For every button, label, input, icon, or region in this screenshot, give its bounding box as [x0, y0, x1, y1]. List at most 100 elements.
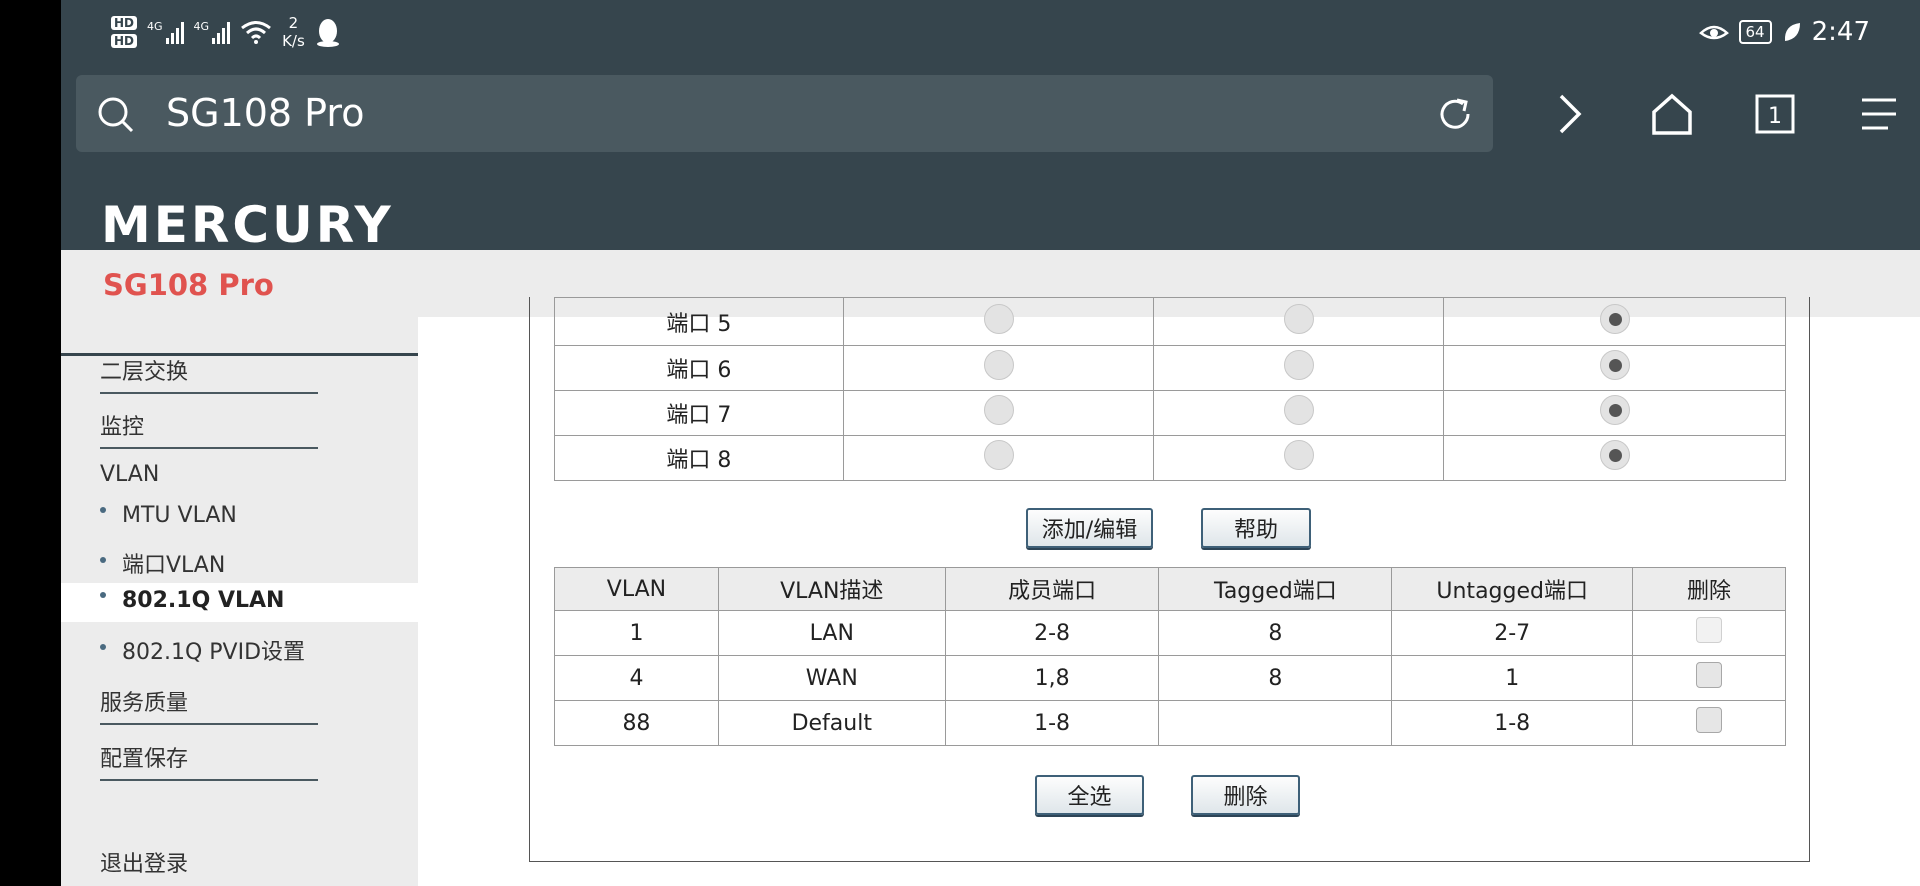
radio-button[interactable]: [1599, 440, 1630, 470]
vlan-description: LAN: [717, 610, 946, 656]
untagged-ports: 1-8: [1391, 700, 1634, 746]
column-header: 成员端口: [944, 567, 1160, 611]
search-icon: [98, 97, 134, 133]
sidebar-item-monitor[interactable]: 监控: [100, 409, 144, 441]
forward-icon: [1559, 94, 1582, 134]
network-speed: 2 K/s: [282, 14, 305, 50]
clock: 2:47: [1811, 17, 1870, 47]
browser-chrome: HD HD 4G 4G 2 K/s 64 2:47 SG108 Pro 1 ME…: [61, 0, 1920, 254]
bullet-icon: [100, 644, 106, 650]
sidebar-item-label: 端口VLAN: [122, 553, 226, 578]
sidebar-item-vlan[interactable]: VLAN: [100, 462, 159, 487]
sidebar-item-logout[interactable]: 退出登录: [100, 846, 188, 878]
reload-icon[interactable]: [1435, 94, 1475, 134]
select-all-button[interactable]: 全选: [1035, 775, 1144, 815]
radio-button[interactable]: [1283, 303, 1314, 334]
port-membership-table: 端口 5 端口 6 端口 7 端口 8: [554, 297, 1786, 481]
leaf-icon: [1784, 23, 1800, 41]
tagged-ports: 8: [1158, 610, 1393, 656]
sidebar-item-port-vlan[interactable]: 端口VLAN: [100, 547, 225, 579]
delete-checkbox[interactable]: [1696, 707, 1723, 733]
add-edit-button[interactable]: 添加/编辑: [1026, 508, 1153, 548]
menu-button[interactable]: [1853, 88, 1905, 140]
table-row: 4 WAN 1,8 8 1: [554, 655, 1786, 701]
radio-button[interactable]: [983, 440, 1014, 470]
bullet-icon: [100, 507, 106, 513]
address-bar[interactable]: SG108 Pro: [76, 75, 1493, 152]
column-header: 删除: [1632, 567, 1786, 611]
radio-button[interactable]: [983, 350, 1014, 380]
table-row: 88 Default 1-8 1-8: [554, 700, 1786, 746]
sidebar-divider: [100, 779, 318, 781]
battery-level: 64: [1738, 20, 1772, 44]
vlan-table: VLAN VLAN描述 成员端口 Tagged端口 Untagged端口 删除 …: [554, 567, 1786, 746]
sidebar-item-save-config[interactable]: 配置保存: [100, 741, 188, 773]
content-frame: 端口 5 端口 6 端口 7 端口 8 添加/编辑 帮助 VLAN VLAN描述…: [529, 297, 1810, 862]
delete-checkbox[interactable]: [1696, 662, 1723, 688]
radio-button[interactable]: [1599, 303, 1630, 334]
signal-icon-2: 4G: [194, 20, 231, 44]
vlan-description: Default: [717, 700, 946, 746]
main-content: 端口 5 端口 6 端口 7 端口 8 添加/编辑 帮助 VLAN VLAN描述…: [418, 297, 1920, 886]
radio-button[interactable]: [983, 395, 1014, 425]
sidebar-divider: [100, 392, 318, 394]
signal-1-label: 4G: [147, 20, 163, 33]
radio-button[interactable]: [1283, 440, 1314, 470]
sidebar-item-label: 802.1Q VLAN: [122, 588, 285, 613]
bullet-icon: [100, 592, 106, 598]
port-name: 端口 7: [554, 390, 844, 436]
member-ports: 1-8: [944, 700, 1160, 746]
column-header: VLAN描述: [717, 567, 946, 611]
sidebar-item-qos[interactable]: 服务质量: [100, 685, 188, 717]
member-ports: 2-8: [944, 610, 1160, 656]
device-title: SG108 Pro: [103, 268, 274, 302]
address-text[interactable]: SG108 Pro: [166, 75, 364, 152]
tab-count-icon: 1: [1755, 94, 1795, 134]
home-button[interactable]: [1646, 88, 1698, 140]
tabs-button[interactable]: 1: [1749, 88, 1801, 140]
help-button[interactable]: 帮助: [1201, 508, 1311, 548]
sidebar-item-8021q-pvid[interactable]: 802.1Q PVID设置: [100, 634, 305, 666]
table-row: 端口 5: [554, 297, 1786, 346]
qq-penguin-icon: [316, 19, 339, 47]
signal-icon-1: 4G: [147, 20, 184, 44]
wifi-icon: [241, 21, 272, 44]
table-row: 1 LAN 2-8 8 2-7: [554, 610, 1786, 656]
table-row: 端口 6: [554, 345, 1786, 391]
tagged-ports: [1158, 700, 1393, 746]
screen: HD HD 4G 4G 2 K/s 64 2:47 SG108 Pro 1 ME…: [61, 0, 1920, 886]
mercury-logo: MERCURY: [101, 196, 394, 254]
table-header-row: VLAN VLAN描述 成员端口 Tagged端口 Untagged端口 删除: [554, 567, 1786, 611]
sidebar-divider: [100, 447, 318, 449]
menu-icon: [1862, 98, 1896, 130]
tagged-ports: 8: [1158, 655, 1393, 701]
sidebar-item-8021q-vlan[interactable]: 802.1Q VLAN: [100, 588, 284, 613]
radio-button[interactable]: [1599, 350, 1630, 380]
radio-button[interactable]: [1599, 395, 1630, 425]
table-row: 端口 7: [554, 390, 1786, 436]
column-header: VLAN: [554, 567, 719, 611]
hd-volte-icons: HD HD: [111, 16, 138, 48]
sidebar-divider: [100, 723, 318, 725]
vlan-id: 1: [554, 610, 719, 656]
sidebar-item-label: MTU VLAN: [122, 503, 237, 528]
port-name: 端口 6: [554, 345, 844, 391]
sidebar: 二层交换 监控 VLAN MTU VLAN 端口VLAN 802.1Q VLAN…: [61, 317, 418, 886]
delete-checkbox: [1696, 617, 1723, 643]
sidebar-item-layer2-switching[interactable]: 二层交换: [100, 354, 188, 386]
status-bar-left: HD HD 4G 4G 2 K/s: [111, 8, 341, 56]
eye-comfort-icon: [1698, 25, 1729, 40]
delete-button[interactable]: 删除: [1191, 775, 1300, 815]
sidebar-item-mtu-vlan[interactable]: MTU VLAN: [100, 503, 237, 528]
forward-button[interactable]: [1544, 88, 1596, 140]
hd-icon-2: HD: [111, 34, 138, 48]
signal-2-label: 4G: [193, 20, 210, 33]
vlan-id: 4: [554, 655, 719, 701]
radio-button[interactable]: [1283, 350, 1314, 380]
radio-button[interactable]: [1283, 395, 1314, 425]
radio-button[interactable]: [983, 303, 1014, 334]
bullet-icon: [100, 557, 106, 563]
port-name: 端口 5: [554, 297, 844, 346]
hd-icon-1: HD: [111, 16, 138, 30]
table-row: 端口 8: [554, 435, 1786, 481]
